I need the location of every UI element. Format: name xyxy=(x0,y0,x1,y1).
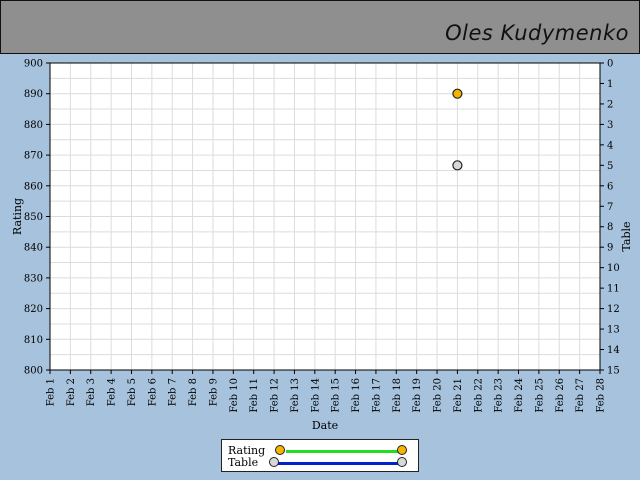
x-tick-label: Feb 11 xyxy=(249,378,260,413)
legend-marker-rating-start xyxy=(275,445,285,455)
y2-tick-label: 9 xyxy=(607,243,613,254)
y2-tick-label: 6 xyxy=(607,181,613,192)
x-tick-label: Feb 26 xyxy=(555,378,566,413)
y-tick-label: 850 xyxy=(24,212,43,223)
x-tick-label: Feb 27 xyxy=(575,378,586,413)
x-tick-label: Feb 5 xyxy=(127,378,138,406)
legend: Rating Table xyxy=(221,439,419,472)
x-tick-label: Feb 6 xyxy=(147,378,158,406)
y2-tick-label: 0 xyxy=(607,59,613,70)
y-tick-label: 840 xyxy=(24,243,43,254)
y-tick-label: 860 xyxy=(24,181,43,192)
legend-line-table xyxy=(277,462,404,465)
legend-label-table: Table xyxy=(228,456,259,469)
y2-tick-label: 7 xyxy=(607,202,613,213)
x-tick-label: Feb 10 xyxy=(229,378,240,413)
x-tick-label: Feb 13 xyxy=(290,378,301,413)
y2-tick-label: 13 xyxy=(607,325,620,336)
x-tick-label: Feb 28 xyxy=(596,378,607,413)
x-tick-label: Feb 4 xyxy=(107,378,118,406)
x-tick-label: Feb 1 xyxy=(46,378,57,406)
legend-line-rating xyxy=(286,450,404,453)
y2-tick-label: 12 xyxy=(607,304,620,315)
x-tick-label: Feb 24 xyxy=(514,378,525,413)
y2-tick-label: 11 xyxy=(607,284,620,295)
x-axis-label: Date xyxy=(312,419,338,432)
x-tick-label: Feb 7 xyxy=(168,378,179,406)
rating-chart: Feb 1 Feb 2 Feb 3 Feb 4 Feb 5 Feb 6 Feb 7 Feb 8… xyxy=(11,59,633,433)
y2-tick-label: 8 xyxy=(607,222,613,233)
y-tick-label: 880 xyxy=(24,120,43,131)
x-tick-label: Feb 18 xyxy=(392,378,403,413)
x-tick-label: Feb 9 xyxy=(208,378,219,406)
y2-tick-label: 2 xyxy=(607,99,613,110)
x-tick-label: Feb 3 xyxy=(86,378,97,406)
x-tick-label: Feb 12 xyxy=(270,378,281,413)
y-tick-label: 900 xyxy=(24,59,43,70)
x-tick-label: Feb 25 xyxy=(534,378,545,413)
y2-tick-label: 1 xyxy=(607,79,613,90)
y-tick-label: 890 xyxy=(24,89,43,100)
x-tick-label: Feb 8 xyxy=(188,378,199,406)
x-tick-label: Feb 21 xyxy=(453,378,464,413)
y2-tick-label: 15 xyxy=(607,366,620,377)
data-point-rating xyxy=(452,88,463,99)
y-tick-label: 820 xyxy=(24,304,43,315)
y2-tick-label: 14 xyxy=(607,345,620,356)
y-tick-label: 870 xyxy=(24,151,43,162)
x-tick-label: Feb 22 xyxy=(473,378,484,413)
y2-tick-label: 5 xyxy=(607,161,613,172)
x-tick-label: Feb 20 xyxy=(433,378,444,413)
y-axis-label: Rating xyxy=(11,198,24,235)
legend-marker-table-start xyxy=(269,457,279,467)
y-tick-label: 800 xyxy=(24,366,43,377)
x-tick-label: Feb 2 xyxy=(66,378,77,406)
y2-axis-label: Table xyxy=(620,221,633,251)
legend-marker-rating-end xyxy=(397,445,407,455)
x-tick-label: Feb 14 xyxy=(310,378,321,413)
x-tick-label: Feb 19 xyxy=(412,378,423,413)
data-point-table xyxy=(452,160,463,171)
y2-tick-label: 10 xyxy=(607,263,620,274)
x-tick-label: Feb 16 xyxy=(351,378,362,413)
x-tick-label: Feb 15 xyxy=(331,378,342,413)
y-tick-label: 830 xyxy=(24,273,43,284)
legend-marker-table-end xyxy=(397,457,407,467)
y-tick-label: 810 xyxy=(24,335,43,346)
x-tick-label: Feb 23 xyxy=(494,378,505,413)
x-tick-label: Feb 17 xyxy=(371,378,382,413)
y2-tick-label: 4 xyxy=(607,140,613,151)
y2-tick-label: 3 xyxy=(607,120,613,131)
